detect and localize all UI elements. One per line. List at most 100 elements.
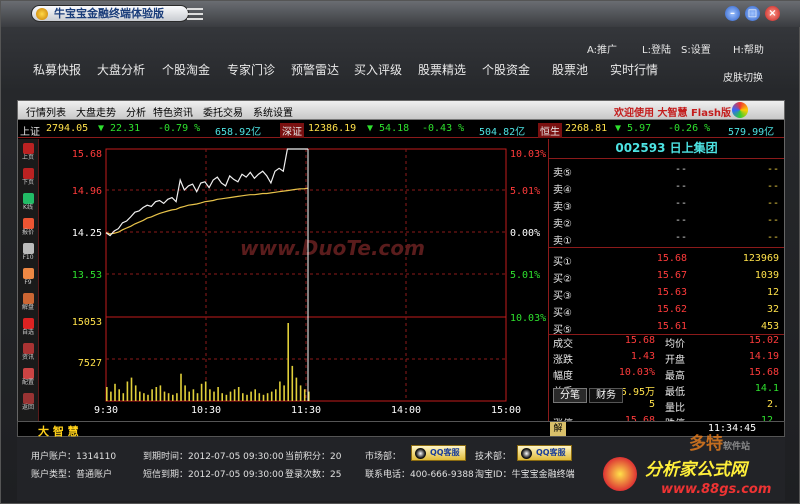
menu-alert-radar[interactable]: 预警雷达 [291,61,339,78]
stat-value: 14.19 [748,351,779,362]
kline-tool[interactable]: K线 [19,191,37,217]
app-logo-icon [36,8,48,20]
menu-stock-gold[interactable]: 个股淘金 [162,61,210,78]
menu-icon[interactable] [187,8,203,20]
back-tool[interactable]: 返回 [19,391,37,417]
buy-volume: 1039 [754,270,779,281]
menu-stock-pool[interactable]: 股票池 [552,61,588,78]
menu-realtime[interactable]: 实时行情 [610,61,658,78]
maximize-button[interactable]: □ [745,6,760,21]
ticker-sz-index: 12386.19 [308,123,357,134]
menu-stock-select[interactable]: 股票精选 [418,61,466,78]
f9-tool[interactable]: F9 [19,266,37,292]
sell-row: 卖④ -- -- [553,179,779,196]
percent-axis-label: 10.03% [510,313,546,324]
page-up-tool[interactable]: 上页 [19,141,37,167]
logins-value: 25 [330,470,342,480]
stock-stats: 成交 15.68 均价 15.02 涨跌 1.43 开盘 14.19 幅度 10.03% 最高 15.… [549,331,784,430]
sell-price: -- [674,232,687,243]
volume-bar [299,385,302,401]
stat-value: 1.43 [630,351,655,362]
ticker-sh-name[interactable]: 上证 [20,123,40,138]
site-url: www.88gs.com [661,482,772,497]
ticker-hs-name[interactable]: 恒生 [538,123,562,138]
sub-menu-settings[interactable]: 系统设置 [253,104,293,119]
back-label: 返回 [21,404,34,411]
buy-volume: 12 [766,287,779,298]
percent-axis-label: 5.01% [510,270,540,281]
ticker-sz-pct: -0.43 % [422,123,465,134]
expire-label: 到期时间： [143,452,189,462]
volume-bar [200,383,203,401]
stat-label: 开盘 [665,355,685,366]
volume-bar [213,391,215,401]
menu-market-analysis[interactable]: 大盘分析 [97,61,145,78]
sub-menu-bar: 行情列表 大盘走势 分析 特色资讯 委托交易 系统设置 欢迎使用 大智慧 Fla… [18,101,784,120]
ticker-sz-name[interactable]: 深证 [280,123,304,138]
watchlist-tool[interactable]: 自选 [19,316,37,342]
stat-label: 成交 [553,339,573,350]
volume-bar [209,389,211,401]
volume-bar [122,393,125,401]
volume-bar [237,387,240,401]
news-tool[interactable]: 资讯 [19,341,37,367]
title-bar: 牛宝宝金融终端体验版 – □ × [1,1,800,27]
f10-tool[interactable]: F10 [19,241,37,267]
stat-value: 5 [648,399,655,410]
analysis-tool[interactable]: 解盘 [19,291,37,317]
volume-bar [196,393,199,401]
duote-sub: 软件站 [723,442,751,452]
brand-label: 大 智 慧 [38,425,79,438]
quote-tool[interactable]: 报价 [19,216,37,242]
top-link-login[interactable]: L:登陆 [642,41,671,56]
tab-ticks[interactable]: 分笔 [553,388,587,403]
config-tool[interactable]: 配置 [19,366,37,392]
ticker-hs-index: 2268.81 [565,123,608,134]
minimize-button[interactable]: – [725,6,740,21]
stat-label: 幅度 [553,371,573,382]
sell-row: 卖⑤ -- -- [553,162,779,179]
sub-menu-quote-list[interactable]: 行情列表 [26,104,66,119]
sell-price: -- [674,181,687,192]
tab-finance[interactable]: 财务 [589,388,623,403]
price-axis-label: 15.68 [72,149,102,160]
skin-switch[interactable]: 皮肤切换 [723,69,763,84]
volume-bar [134,385,137,401]
top-link-promote[interactable]: A:推广 [587,41,617,56]
tech-dept-label: 技术部： [475,452,512,462]
sell-volume: -- [766,215,779,226]
time-axis-label: 11:30 [291,405,321,416]
volume-bar [266,393,269,401]
chart-watermark: www.DuoTe.com [240,236,425,260]
menu-private-fund[interactable]: 私募快报 [33,61,81,78]
top-link-settings[interactable]: S:设置 [681,41,711,56]
market-qq-button[interactable]: QQ客服 [411,445,466,461]
time-axis-label: 15:00 [491,405,521,416]
page-down-tool[interactable]: 下页 [19,166,37,192]
tech-qq-button[interactable]: QQ客服 [517,445,572,461]
sub-menu-analysis[interactable]: 分析 [126,104,146,119]
volume-bar [143,393,145,401]
menu-stock-funds[interactable]: 个股资金 [482,61,530,78]
menu-buy-rating[interactable]: 买入评级 [354,61,402,78]
intraday-chart[interactable]: www.DuoTe.com 15.68 14.96 14.25 13.53 10.03%… [40,139,548,421]
window-title-text: 牛宝宝金融终端体验版 [54,7,164,20]
top-link-help[interactable]: H:帮助 [733,41,764,56]
quote-panel: 行情列表 大盘走势 分析 特色资讯 委托交易 系统设置 欢迎使用 大智慧 Fla… [17,100,785,430]
sub-menu-news[interactable]: 特色资讯 [153,104,193,119]
buy-price: 15.62 [656,304,687,315]
volume-bar [242,393,244,401]
volume-bar [275,389,277,401]
account-type-label: 账户类型： [31,470,77,480]
volume-bar [126,381,129,401]
sub-menu-market-trend[interactable]: 大盘走势 [76,104,116,119]
sub-menu-trade[interactable]: 委托交易 [203,104,243,119]
analysis-tab[interactable]: 解 [550,422,566,436]
qq-icon [521,448,532,459]
page-up-label: 上页 [21,154,34,161]
buy-orders: 买① 15.68 123969 买② 15.67 1039 买③ 15.63 12 买④ 15.62… [549,249,784,336]
volume-bar [279,381,281,401]
menu-expert-clinic[interactable]: 专家门诊 [227,61,275,78]
close-button[interactable]: × [765,6,780,21]
tech-qq-label: QQ客服 [536,448,566,457]
